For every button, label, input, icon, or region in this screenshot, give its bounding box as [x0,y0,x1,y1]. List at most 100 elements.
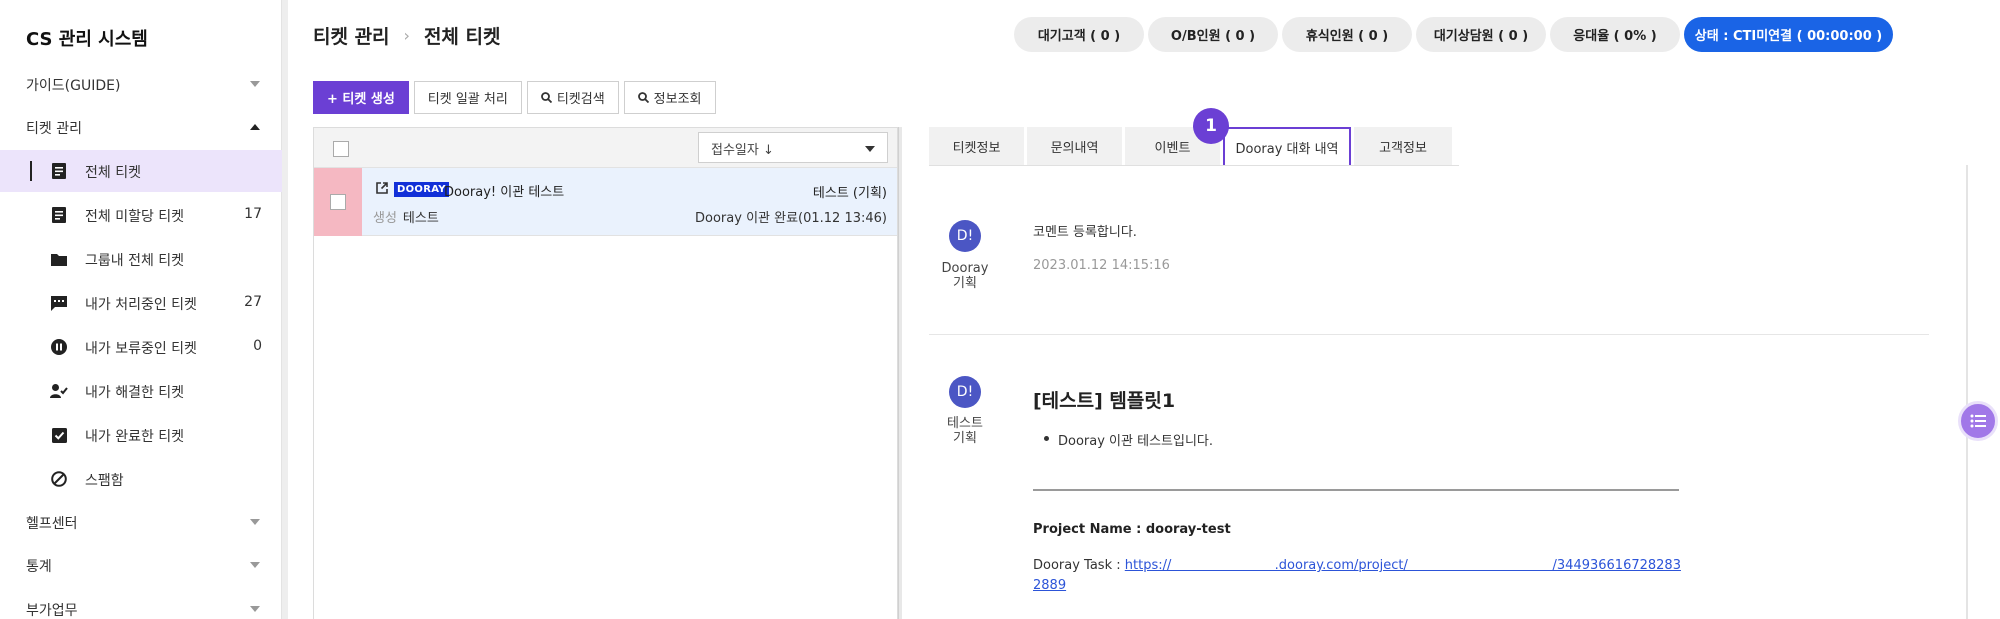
sidebar-item-label: 내가 보류중인 티켓 [85,341,197,357]
ticket-search-button[interactable]: 티켓검색 [526,81,619,114]
comment-bullet: Dooray 이관 테스트입니다. [1044,430,1213,449]
block-icon [50,470,68,488]
chevron-right-icon: › [403,26,410,45]
ticket-state: Dooray 이관 완료(01.12 13:46) [695,211,887,226]
tab-customer-info[interactable]: 고객정보 [1354,127,1452,165]
ticket-customer: 테스트 [402,211,439,226]
breadcrumb-root[interactable]: 티켓 관리 [313,22,390,49]
sidebar-item-count: 17 [244,206,262,222]
pause-icon [50,338,68,356]
nav-helpcenter[interactable]: 헬프센터 [0,503,282,543]
comment-author: Dooray 기획 [930,261,1000,291]
document-icon [50,162,68,180]
comment-author-name: 테스트 [947,416,983,431]
bulk-process-button[interactable]: 티켓 일괄 처리 [413,81,522,114]
ticket-checkbox[interactable] [330,194,346,210]
ticket-list-panel: 접수일자 ↓ DOORAY Dooray! 이관 테스트 생성 테스트 테스트 (… [313,127,898,619]
nav-extra[interactable]: 부가업무 [0,590,282,619]
ticket-list-header: 접수일자 ↓ [314,128,897,168]
dooray-task: Dooray Task : https:// .dooray.com/proje… [1033,556,1683,596]
sidebar-item-my-resolved[interactable]: 내가 해결한 티켓 [0,370,282,412]
info-lookup-button[interactable]: 정보조회 [623,81,716,114]
detail-panel-edge [1966,165,1968,619]
search-icon [540,92,552,103]
tab-inquiry[interactable]: 문의내역 [1027,127,1122,165]
sidebar-item-my-completed[interactable]: 내가 완료한 티켓 [0,414,282,456]
sidebar-item-label: 그룹내 전체 티켓 [85,253,185,269]
floating-menu-button[interactable] [1958,401,1998,441]
select-all-checkbox[interactable] [333,141,349,157]
ticket-title[interactable]: Dooray! 이관 테스트 [444,181,564,200]
comment-divider [929,334,1929,335]
pill-resting-agents: 휴식인원 ( 0 ) [1282,17,1412,52]
pill-waiting-customers: 대기고객 ( 0 ) [1014,17,1144,52]
search-icon [637,92,649,103]
dooray-brand-badge: DOORAY [394,182,449,197]
user-check-icon [50,382,68,400]
project-name: Project Name : dooray-test [1033,522,1231,537]
cti-status-button[interactable]: 상태 : CTI미연결 ( 00:00:00 ) [1684,17,1893,52]
sidebar-item-count: 27 [244,294,262,310]
sidebar-item-spam[interactable]: 스팸함 [0,458,282,500]
nav-helpcenter-label: 헬프센터 [26,516,78,532]
document-icon [50,206,68,224]
table-row[interactable]: DOORAY Dooray! 이관 테스트 생성 테스트 테스트 (기획) Doo… [314,168,897,236]
comment-heading: [테스트] 템플릿1 [1033,390,1176,412]
nav-guide-label: 가이드(GUIDE) [26,78,121,94]
sidebar-gutter [282,0,288,619]
sidebar-item-label: 내가 완료한 티켓 [85,429,185,445]
sort-select[interactable]: 접수일자 ↓ [698,132,888,163]
checkbox-icon [50,426,68,444]
external-link-icon[interactable] [376,182,388,197]
detail-tabs: 티켓정보 문의내역 이벤트 Dooray 대화 내역 고객정보 [929,127,1452,166]
sidebar-item-count: 0 [253,338,262,354]
comment-date: 2023.01.12 14:15:16 [1033,258,1170,273]
ticket-priority-flag [314,168,362,236]
sidebar-item-label: 전체 미할당 티켓 [85,209,185,225]
comment-author: 테스트 기획 [930,416,1000,446]
pill-waiting-agents: 대기상담원 ( 0 ) [1416,17,1546,52]
info-lookup-label: 정보조회 [653,92,702,107]
comment-rule [1033,489,1679,491]
ticket-assignee: 테스트 (기획) [812,186,887,201]
chevron-down-icon [250,562,260,568]
sort-select-value: 접수일자 ↓ [711,143,774,158]
dooray-task-link[interactable]: https:// .dooray.com/project/ /344936616… [1033,558,1681,593]
sidebar-item-my-onhold[interactable]: 내가 보류중인 티켓 0 [0,326,282,368]
comment-author-team: 기획 [953,431,977,446]
nav-ticket-mgmt[interactable]: 티켓 관리 [0,108,282,148]
sidebar-item-all-tickets[interactable]: 전체 티켓 [0,150,282,192]
panel-splitter[interactable] [898,127,902,619]
app-title: CS 관리 시스템 [26,29,148,50]
breadcrumb-current: 전체 티켓 [423,26,501,48]
avatar: D! [949,376,981,408]
sidebar-item-label: 스팸함 [85,473,124,489]
comment-text: 코멘트 등록합니다. [1033,225,1137,240]
create-ticket-button[interactable]: + 티켓 생성 [313,81,409,114]
chevron-up-icon [250,124,260,130]
sidebar-item-label: 전체 티켓 [85,165,141,181]
ticket-search-label: 티켓검색 [556,92,605,107]
chevron-down-icon [250,519,260,525]
dooray-task-label: Dooray Task : [1033,558,1125,573]
toolbar: + 티켓 생성 티켓 일괄 처리 티켓검색 정보조회 [313,81,716,114]
comment-author-name: Dooray [941,261,989,276]
sidebar-item-unassigned[interactable]: 전체 미할당 티켓 17 [0,194,282,236]
breadcrumb: 티켓 관리 › 전체 티켓 [313,22,501,49]
tab-ticket-info[interactable]: 티켓정보 [929,127,1024,165]
app-root: CS 관리 시스템 가이드(GUIDE) 티켓 관리 전체 티켓 전체 미할당 … [0,0,2000,619]
chevron-down-icon [250,81,260,87]
avatar: D! [949,220,981,252]
comment-author-team: 기획 [953,276,977,291]
nav-stats[interactable]: 통계 [0,546,282,586]
tab-dooray-history[interactable]: Dooray 대화 내역 [1223,127,1351,166]
active-indicator [30,161,32,181]
nav-guide[interactable]: 가이드(GUIDE) [0,65,282,105]
nav-ticket-mgmt-label: 티켓 관리 [26,121,82,137]
step-badge: 1 [1193,108,1229,144]
folder-icon [50,250,68,268]
sidebar-item-group-all[interactable]: 그룹내 전체 티켓 [0,238,282,280]
sidebar-item-my-processing[interactable]: 내가 처리중인 티켓 27 [0,282,282,324]
sidebar: CS 관리 시스템 가이드(GUIDE) 티켓 관리 전체 티켓 전체 미할당 … [0,0,282,619]
tab-underline [929,165,1459,166]
